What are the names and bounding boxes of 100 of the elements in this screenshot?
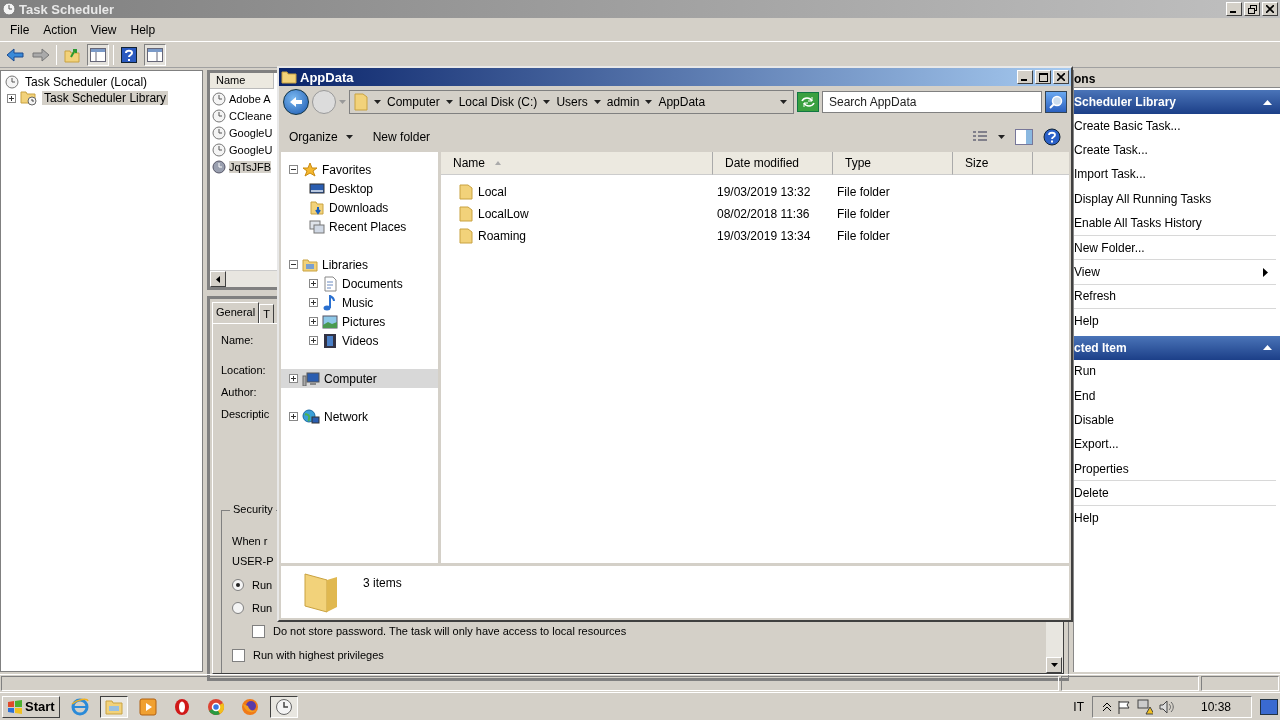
pane-command[interactable]: Create Task... xyxy=(1074,138,1276,163)
nav-item[interactable]: Libraries xyxy=(281,255,438,274)
pane-command[interactable]: Enable All Tasks History xyxy=(1074,211,1276,236)
folder-icon xyxy=(281,70,297,84)
column-header[interactable]: Name xyxy=(210,73,274,89)
task-name[interactable]: JqTsJFB xyxy=(229,160,272,173)
folder-icon xyxy=(459,184,473,200)
breadcrumb-item[interactable]: admin xyxy=(606,94,640,110)
pane-command[interactable]: Help xyxy=(1074,309,1276,334)
scroll-down-button[interactable] xyxy=(1046,657,1062,673)
pane-command[interactable]: Delete xyxy=(1074,481,1276,506)
field-label: Name: xyxy=(221,334,254,346)
radio-label: Run xyxy=(252,601,273,614)
pane-command[interactable]: New Folder... xyxy=(1074,235,1276,261)
nav-item[interactable]: Favorites xyxy=(281,160,438,179)
nav-item[interactable]: Recent Places xyxy=(281,217,438,236)
refresh-button[interactable] xyxy=(797,92,819,112)
help-icon xyxy=(121,46,137,63)
caret-icon xyxy=(345,135,353,139)
task-name[interactable]: Adobe A xyxy=(229,92,271,105)
maximize-button[interactable] xyxy=(1035,70,1051,84)
column-header[interactable]: Type xyxy=(833,152,953,175)
nav-item[interactable]: Documents xyxy=(281,274,438,293)
column-header[interactable]: Date modified xyxy=(713,152,833,175)
search-button[interactable] xyxy=(1045,91,1067,113)
nav-item[interactable]: Computer xyxy=(281,369,438,388)
views-button[interactable] xyxy=(972,131,988,143)
radio-button[interactable] xyxy=(232,601,244,614)
tree-item[interactable]: Task Scheduler (Local) xyxy=(23,75,150,89)
nav-item[interactable]: Pictures xyxy=(281,312,438,331)
clock-icon xyxy=(274,697,293,716)
folder-icon xyxy=(104,698,123,715)
section-header[interactable]: cted Item xyxy=(1074,335,1280,360)
left-arrow-icon xyxy=(289,96,303,108)
nav-item[interactable]: Music xyxy=(281,293,438,312)
taskbar-button[interactable] xyxy=(269,695,298,718)
menu-item[interactable]: Help xyxy=(123,20,163,39)
taskbar-button[interactable] xyxy=(99,695,128,718)
file-row[interactable]: Local 19/03/2019 13:32 File folder xyxy=(441,181,1069,203)
section-header[interactable]: Scheduler Library xyxy=(1074,90,1280,114)
task-name[interactable]: GoogleU xyxy=(229,143,273,156)
tab[interactable]: General xyxy=(212,302,260,323)
pane-command[interactable]: Help xyxy=(1074,505,1276,531)
file-row[interactable]: Roaming 19/03/2019 13:34 File folder xyxy=(441,225,1069,247)
preview-pane-button[interactable] xyxy=(1015,129,1033,145)
close-button[interactable] xyxy=(1053,70,1069,84)
start-button[interactable]: Start xyxy=(2,695,60,718)
pane-command[interactable]: Run xyxy=(1074,359,1276,384)
library-folder-icon xyxy=(302,257,318,272)
scroll-left-button[interactable] xyxy=(210,271,226,287)
restore-button[interactable] xyxy=(1244,2,1260,16)
checkbox[interactable] xyxy=(252,624,265,638)
language-indicator[interactable]: IT xyxy=(1073,699,1084,714)
breadcrumb-item[interactable]: Computer xyxy=(387,94,440,110)
radio-button[interactable] xyxy=(232,578,244,591)
field-label: Location: xyxy=(221,364,266,376)
tree-item[interactable]: Task Scheduler Library xyxy=(42,91,169,105)
command-button[interactable]: New folder xyxy=(372,130,431,144)
search-field[interactable]: Search AppData xyxy=(822,91,1042,113)
views-dropdown[interactable] xyxy=(998,135,1005,139)
menu-item[interactable]: File xyxy=(3,20,37,39)
pane-command[interactable]: Import Task... xyxy=(1074,162,1276,188)
pane-command[interactable]: Refresh xyxy=(1074,284,1276,310)
menu-item[interactable]: View xyxy=(83,20,124,39)
minimize-button[interactable] xyxy=(1017,70,1033,84)
pane-command[interactable]: Display All Running Tasks xyxy=(1074,187,1276,212)
menu-item[interactable]: Action xyxy=(36,20,84,39)
nav-item[interactable]: Videos xyxy=(281,331,438,350)
globe-icon xyxy=(70,697,89,716)
column-header[interactable]: Name xyxy=(441,152,713,175)
minimize-button[interactable] xyxy=(1226,2,1242,16)
task-name[interactable]: CCleane xyxy=(229,109,272,122)
pane-command[interactable]: End xyxy=(1074,383,1276,409)
column-header[interactable]: Size xyxy=(953,152,1033,175)
pane-command[interactable]: Properties xyxy=(1074,457,1276,482)
breadcrumb-item[interactable]: Users xyxy=(556,94,588,110)
nav-item[interactable]: Network xyxy=(281,407,438,426)
help-button[interactable] xyxy=(1043,128,1061,146)
address-bar[interactable]: Computer Local Disk (C:) Users admin AppData xyxy=(349,90,794,114)
pane-command[interactable]: Export... xyxy=(1074,432,1276,458)
preview-pane-icon xyxy=(1015,129,1033,145)
window-title: Task Scheduler xyxy=(19,1,115,17)
pane-command[interactable]: View xyxy=(1074,260,1276,285)
network-warning-icon xyxy=(1136,698,1153,715)
back-button[interactable] xyxy=(283,89,309,115)
action-pane-button[interactable] xyxy=(144,43,166,66)
nav-item[interactable]: Downloads xyxy=(281,198,438,217)
pane-command[interactable]: Disable xyxy=(1074,408,1276,433)
close-button[interactable] xyxy=(1262,2,1278,16)
breadcrumb-item[interactable]: AppData xyxy=(658,94,706,110)
console-tree-button[interactable] xyxy=(87,43,109,66)
task-name[interactable]: GoogleU xyxy=(229,126,273,139)
file-row[interactable]: LocalLow 08/02/2018 11:36 File folder xyxy=(441,203,1069,225)
show-desktop-button[interactable] xyxy=(1260,698,1278,715)
command-button[interactable]: Organize xyxy=(289,130,353,144)
checkbox[interactable] xyxy=(232,648,245,662)
breadcrumb-item[interactable]: Local Disk (C:) xyxy=(458,94,538,110)
tab[interactable]: T xyxy=(259,304,274,323)
pane-command[interactable]: Create Basic Task... xyxy=(1074,114,1276,139)
nav-item[interactable]: Desktop xyxy=(281,179,438,198)
